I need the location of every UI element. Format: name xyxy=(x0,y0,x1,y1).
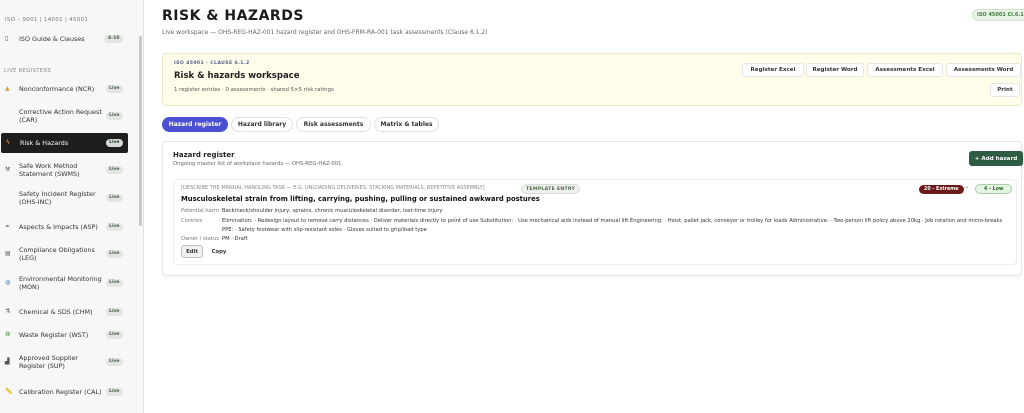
tools-icon: ⚒ xyxy=(5,166,11,174)
status-badge: Live xyxy=(105,357,123,367)
sidebar-item-label: Safe Work Method Statement (SWMS) xyxy=(19,162,80,178)
hazard-register-panel: Hazard register Ongoing master list of w… xyxy=(162,141,1023,276)
template-entry-badge: TEMPLATE ENTRY xyxy=(521,184,581,194)
entry-task-tag: [DESCRIBE THE MANUAL HANDLING TASK — E.G… xyxy=(181,185,485,191)
sidebar-item-label: ISO Guide & Clauses xyxy=(19,35,85,43)
status-badge: Live xyxy=(105,138,123,148)
sidebar-item-ohs-inc[interactable]: Safety Incident Register (OHS-INC) Live xyxy=(0,188,128,208)
register-word-button[interactable]: Register Word xyxy=(806,63,864,77)
sidebar-item-ncr[interactable]: ▲ Nonconformance (NCR) Live xyxy=(0,82,128,96)
globe-icon: ◍ xyxy=(5,279,11,287)
page-title: RISK & HAZARDS xyxy=(162,8,304,24)
assessments-word-button[interactable]: Assessments Word xyxy=(946,63,1021,77)
sidebar-item-sup[interactable]: ▟ Approved Supplier Register (SUP) Live xyxy=(0,352,128,372)
sidebar-item-leg[interactable]: ▤ Compliance Obligations (LEG) Live xyxy=(0,244,128,264)
owner-status-value: PM · Draft xyxy=(222,236,248,242)
recycle-icon: ♻ xyxy=(5,331,11,339)
flask-icon: ⚗ xyxy=(5,308,11,316)
workspace-meta: 1 register entries · 0 assessments · sha… xyxy=(174,87,334,93)
workspace-title: Risk & hazards workspace xyxy=(174,71,300,81)
page-subtitle: Live workspace — OHS-REG-HAZ-001 hazard … xyxy=(162,29,488,36)
status-badge: Live xyxy=(105,387,123,397)
sidebar-scrollbar[interactable] xyxy=(139,36,142,226)
sidebar-item-wst[interactable]: ♻ Waste Register (WST) Live xyxy=(0,328,128,342)
sidebar-item-chm[interactable]: ⚗ Chemical & SDS (CHM) Live xyxy=(0,305,128,319)
sidebar-item-badge: 4–10 xyxy=(104,34,123,44)
status-badge: Live xyxy=(105,249,123,259)
panel-subtitle: Ongoing master list of workplace hazards… xyxy=(173,161,344,167)
workspace-kicker: ISO 45001 · CLAUSE 6.1.2 xyxy=(174,61,250,66)
tab-hazard-register[interactable]: Hazard register xyxy=(162,117,228,132)
sidebar-item-cal[interactable]: 📏 Calibration Register (CAL) Live xyxy=(0,382,128,402)
arrow-right-icon: → xyxy=(964,185,969,191)
book-icon: ▯ xyxy=(5,35,9,43)
sidebar-item-label: Approved Supplier Register (SUP) xyxy=(19,354,79,370)
status-badge: Live xyxy=(105,193,123,203)
tab-matrix-tables[interactable]: Matrix & tables xyxy=(374,117,439,132)
sidebar-item-label: Chemical & SDS (CHM) xyxy=(19,308,93,316)
sidebar-item-label: Calibration Register (CAL) xyxy=(19,388,102,396)
sidebar-item-label: Environmental Monitoring (MON) xyxy=(19,275,102,291)
sidebar-standards-text: ISO – 9001 | 14001 | 45001 xyxy=(5,17,89,23)
leaf-icon: ❧ xyxy=(5,223,11,231)
sidebar-item-iso-guide[interactable]: ▯ ISO Guide & Clauses 4–10 xyxy=(0,32,128,46)
tab-hazard-library[interactable]: Hazard library xyxy=(231,117,293,132)
panel-title: Hazard register xyxy=(173,151,235,159)
print-button[interactable]: Print xyxy=(990,83,1020,97)
status-badge: Live xyxy=(105,165,123,175)
status-badge: Live xyxy=(105,111,123,121)
edit-button[interactable]: Edit xyxy=(181,245,203,258)
factory-icon: ▟ xyxy=(5,358,10,366)
sidebar-item-label: Waste Register (WST) xyxy=(19,331,89,339)
clipboard-icon: ▤ xyxy=(5,250,11,258)
controls-value: Elimination: · Redesign layout to remove… xyxy=(222,218,1003,233)
sidebar-item-label: Nonconformance (NCR) xyxy=(19,85,95,93)
initial-risk-badge: 20 - Extreme xyxy=(919,185,964,194)
sidebar-item-label: Aspects & Impacts (ASP) xyxy=(19,223,98,231)
bolt-icon: ϟ xyxy=(6,139,10,147)
hazard-entry-card[interactable]: [DESCRIBE THE MANUAL HANDLING TASK — E.G… xyxy=(173,179,1017,265)
warning-icon: ▲ xyxy=(5,85,10,93)
assessments-excel-button[interactable]: Assessments Excel xyxy=(867,63,943,77)
status-badge: Live xyxy=(105,222,123,232)
sidebar-item-car[interactable]: Corrective Action Request (CAR) Live xyxy=(0,106,128,126)
owner-status-label: Owner / status xyxy=(181,236,219,242)
sidebar-item-asp[interactable]: ❧ Aspects & Impacts (ASP) Live xyxy=(0,220,128,234)
sidebar: ISO – 9001 | 14001 | 45001 ▯ ISO Guide &… xyxy=(0,0,144,413)
potential-harm-value: Back/neck/shoulder injury, sprains, chro… xyxy=(222,208,443,214)
sidebar-item-label: Corrective Action Request (CAR) xyxy=(19,108,102,124)
entry-title: Musculoskeletal strain from lifting, car… xyxy=(181,195,540,203)
sidebar-item-label: Safety Incident Register (OHS-INC) xyxy=(19,190,96,206)
register-excel-button[interactable]: Register Excel xyxy=(742,63,804,77)
sidebar-item-mon[interactable]: ◍ Environmental Monitoring (MON) Live xyxy=(0,273,128,293)
sidebar-item-label: Risk & Hazards xyxy=(20,139,69,147)
tab-risk-assessments[interactable]: Risk assessments xyxy=(296,117,371,132)
status-badge: Live xyxy=(105,307,123,317)
sidebar-item-risk-hazards[interactable]: ϟ Risk & Hazards Live xyxy=(1,133,128,153)
controls-label: Controls xyxy=(181,218,203,224)
add-hazard-button[interactable]: + Add hazard xyxy=(969,151,1023,166)
iso-clause-badge: ISO 45001 Cl.6.1.2 xyxy=(972,9,1024,21)
status-badge: Live xyxy=(105,84,123,94)
workspace-card: ISO 45001 · CLAUSE 6.1.2 Risk & hazards … xyxy=(162,53,1022,106)
residual-risk-badge: 4 - Low xyxy=(975,184,1013,194)
sidebar-section-label: LIVE REGISTERS xyxy=(4,68,52,74)
potential-harm-label: Potential harm xyxy=(181,208,219,214)
sidebar-item-label: Compliance Obligations (LEG) xyxy=(19,246,95,262)
sidebar-item-swms[interactable]: ⚒ Safe Work Method Statement (SWMS) Live xyxy=(0,160,128,180)
status-badge: Live xyxy=(105,330,123,340)
status-badge: Live xyxy=(105,278,123,288)
ruler-icon: 📏 xyxy=(5,388,13,396)
copy-button[interactable]: Copy xyxy=(207,245,231,258)
